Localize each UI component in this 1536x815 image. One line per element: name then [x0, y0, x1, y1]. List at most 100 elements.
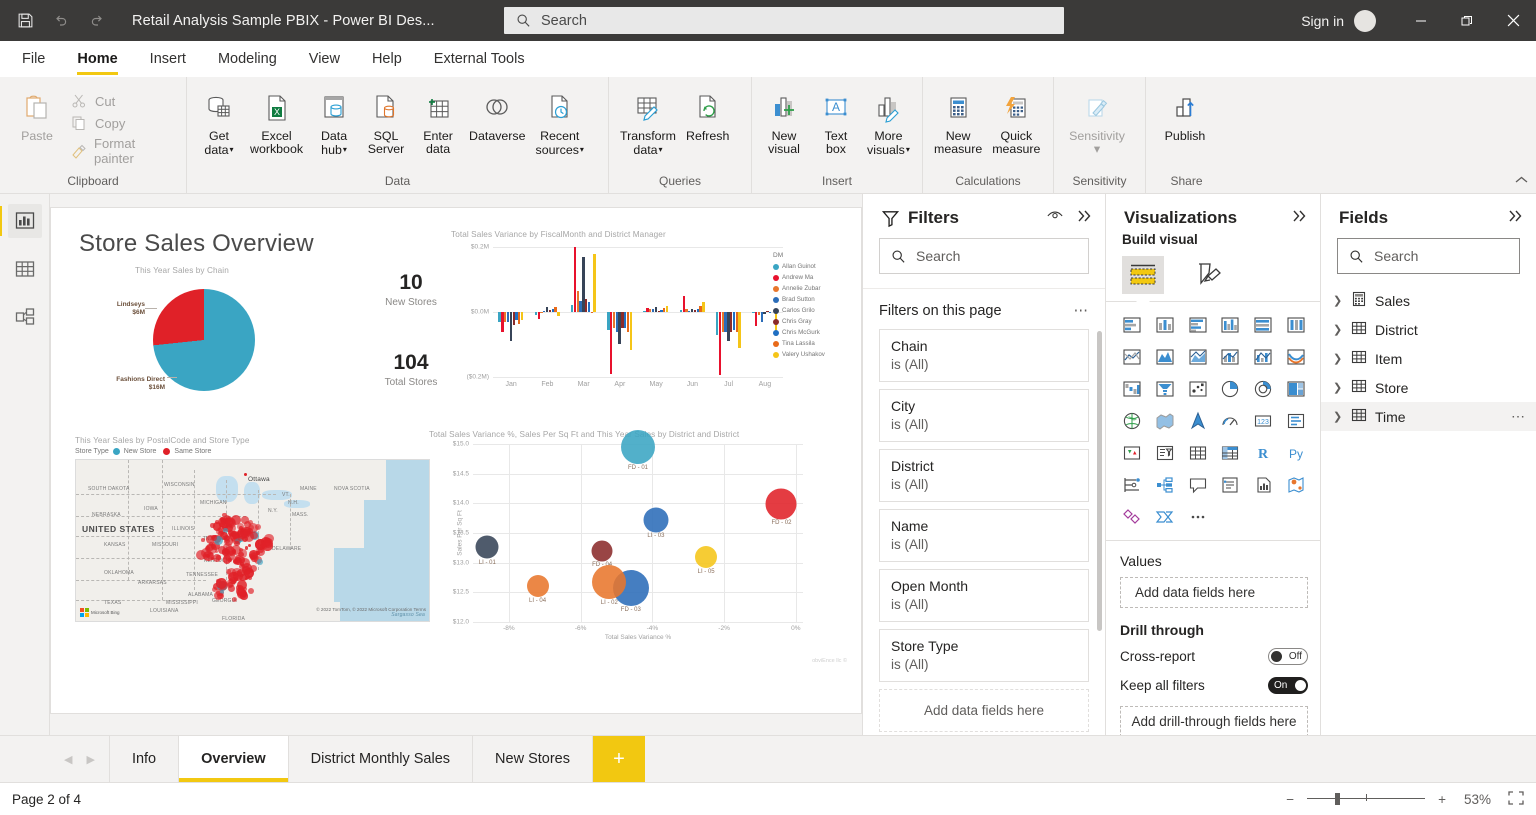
more-visuals-button[interactable]: Morevisuals▾: [862, 85, 915, 157]
more-options-icon[interactable]: [1182, 501, 1214, 532]
legend-item[interactable]: Valery Ushakov: [773, 349, 825, 360]
drill-through-drop-zone[interactable]: Add drill-through fields here: [1120, 706, 1308, 737]
cross-report-toggle[interactable]: Off: [1268, 648, 1308, 665]
map-store-bubble[interactable]: [239, 548, 243, 552]
recent-sources-button[interactable]: Recentsources▾: [531, 85, 589, 157]
scatter-bubble[interactable]: [592, 565, 626, 599]
scatter-bubble[interactable]: [592, 540, 613, 561]
scatter-bubble[interactable]: [476, 536, 499, 559]
100-stacked-column-chart-icon[interactable]: [1280, 309, 1312, 340]
legend-item[interactable]: Allan Guinot: [773, 261, 825, 272]
page-tab-overview[interactable]: Overview: [179, 736, 289, 782]
dataverse-button[interactable]: Dataverse: [464, 85, 530, 143]
ribbon-tab-home[interactable]: Home: [61, 41, 133, 77]
values-drop-zone[interactable]: Add data fields here: [1120, 577, 1308, 608]
map-store-bubble[interactable]: [248, 544, 251, 547]
waterfall-chart-icon[interactable]: [1116, 373, 1148, 404]
gauge-icon[interactable]: [1215, 405, 1247, 436]
legend-item[interactable]: Annelie Zubar: [773, 283, 825, 294]
map-store-bubble[interactable]: [228, 558, 232, 562]
publish-button[interactable]: Publish: [1152, 85, 1218, 143]
map-store-bubble[interactable]: [228, 585, 235, 592]
scatter-bubble[interactable]: [643, 507, 668, 532]
power-automate-icon[interactable]: [1149, 501, 1181, 532]
filters-scrollbar[interactable]: [1097, 331, 1102, 631]
scatter-bubble[interactable]: [621, 430, 655, 464]
format-painter-button[interactable]: Format painter: [64, 135, 180, 167]
close-button[interactable]: [1490, 0, 1536, 41]
multi-row-card-icon[interactable]: [1280, 405, 1312, 436]
legend-item[interactable]: Andrew Ma: [773, 272, 825, 283]
field-table-time[interactable]: ❯Time⋯: [1321, 402, 1536, 431]
map-store-bubble[interactable]: [216, 555, 220, 559]
collapse-fields-pane-icon[interactable]: [1508, 209, 1524, 228]
map-icon[interactable]: [1116, 405, 1148, 436]
bar[interactable]: [769, 312, 771, 313]
quick-measure-button[interactable]: Quickmeasure: [987, 85, 1045, 156]
copy-button[interactable]: Copy: [64, 113, 180, 133]
filter-card[interactable]: Nameis (All): [879, 509, 1089, 562]
100-stacked-bar-chart-icon[interactable]: [1247, 309, 1279, 340]
legend-item[interactable]: Carlos Grilo: [773, 305, 825, 316]
bar[interactable]: [630, 312, 632, 350]
map-store-bubble[interactable]: [246, 571, 250, 575]
map-store-bubble[interactable]: [219, 521, 224, 526]
hide-filters-eye-icon[interactable]: [1047, 209, 1063, 227]
area-chart-icon[interactable]: [1149, 341, 1181, 372]
azure-map-icon[interactable]: [1182, 405, 1214, 436]
bar[interactable]: [763, 312, 765, 314]
python-visual-icon[interactable]: Py: [1280, 437, 1312, 468]
sidebar-item-data-view[interactable]: [8, 252, 42, 286]
zoom-slider[interactable]: [1307, 793, 1425, 805]
visual-map[interactable]: This Year Sales by PostalCode and Store …: [69, 436, 451, 651]
stacked-bar-chart-icon[interactable]: [1116, 309, 1148, 340]
get-data-button[interactable]: Getdata▾: [193, 85, 245, 157]
legend-item[interactable]: Chris Gray: [773, 316, 825, 327]
zoom-out-button[interactable]: −: [1286, 792, 1294, 807]
bar[interactable]: [591, 312, 593, 313]
avatar[interactable]: [1354, 10, 1376, 32]
enter-data-button[interactable]: Enterdata: [412, 85, 464, 156]
map-store-bubble[interactable]: [205, 546, 210, 551]
chevron-right-icon[interactable]: ❯: [1333, 294, 1343, 307]
legend-item[interactable]: Tina Lassila: [773, 338, 825, 349]
undo-icon[interactable]: [50, 10, 72, 32]
restore-button[interactable]: [1444, 0, 1490, 41]
page-tab-new-stores[interactable]: New Stores: [473, 736, 593, 782]
scatter-bubble[interactable]: [766, 488, 797, 519]
filter-card[interactable]: Cityis (All): [879, 389, 1089, 442]
sql-server-button[interactable]: SQLServer: [360, 85, 412, 156]
next-page-icon[interactable]: ▶: [86, 753, 94, 766]
filter-card[interactable]: Store Typeis (All): [879, 629, 1089, 682]
bar[interactable]: [588, 302, 590, 312]
page-tab-info[interactable]: Info: [110, 736, 179, 782]
funnel-chart-icon[interactable]: [1149, 373, 1181, 404]
save-icon[interactable]: [14, 10, 36, 32]
treemap-icon[interactable]: [1280, 373, 1312, 404]
ribbon-tab-view[interactable]: View: [293, 41, 356, 77]
report-page[interactable]: Store Sales Overview This Year Sales by …: [51, 208, 861, 713]
field-more-options-icon[interactable]: ⋯: [1511, 408, 1526, 425]
tab-build-fields[interactable]: [1122, 256, 1164, 294]
bar[interactable]: [593, 254, 595, 313]
new-measure-button[interactable]: Newmeasure: [929, 85, 987, 156]
bar[interactable]: [738, 312, 740, 348]
chevron-right-icon[interactable]: ❯: [1333, 352, 1343, 365]
line-stacked-column-chart-icon[interactable]: [1215, 341, 1247, 372]
keep-all-filters-toggle[interactable]: On: [1268, 677, 1308, 694]
data-hub-button[interactable]: Datahub▾: [308, 85, 360, 157]
report-canvas-area[interactable]: Store Sales Overview This Year Sales by …: [50, 194, 862, 735]
chevron-right-icon[interactable]: ❯: [1333, 323, 1343, 336]
map-store-bubble[interactable]: [241, 529, 244, 532]
card-icon[interactable]: 123: [1247, 405, 1279, 436]
slicer-icon[interactable]: [1149, 437, 1181, 468]
new-visual-button[interactable]: Newvisual: [758, 85, 810, 156]
filter-card[interactable]: Chainis (All): [879, 329, 1089, 382]
map-store-bubble[interactable]: [248, 588, 254, 594]
scatter-chart-icon[interactable]: [1182, 373, 1214, 404]
map-graphic[interactable]: SOUTH DAKOTAWISCONSINMICHIGANIOWANEBRASK…: [75, 459, 430, 622]
field-table-item[interactable]: ❯Item: [1321, 344, 1536, 373]
table-icon[interactable]: [1182, 437, 1214, 468]
map-store-bubble[interactable]: [207, 553, 212, 558]
pie-chart-icon[interactable]: [1215, 373, 1247, 404]
